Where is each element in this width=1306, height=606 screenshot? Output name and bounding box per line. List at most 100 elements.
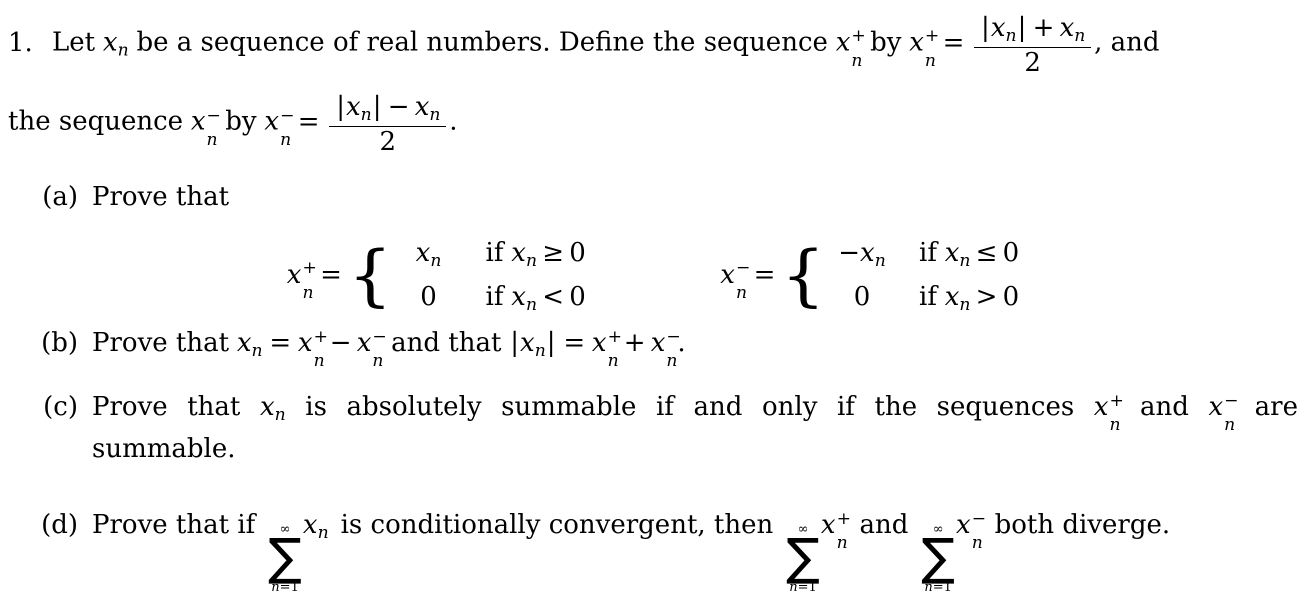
intro-fraction-xminus: |xn| − xn 2 [329, 93, 447, 157]
cases-xminus-row-1-cond-sub: n [959, 250, 971, 271]
intro-fraction-2-numerator: |xn| − xn [329, 93, 446, 126]
item-c-body: Prove that xn is absolutely summable if … [92, 390, 1298, 462]
intro-xplus2-subscript: n [924, 50, 936, 71]
item-b-prove-that: Prove that [92, 328, 230, 358]
item-c-word-sequences: sequences [936, 392, 1075, 422]
item-b-eq1-operator: − [329, 328, 352, 358]
summation-3: ∞ ∑ n=1 [921, 523, 955, 595]
item-d-text-3: and [859, 510, 909, 540]
intro-line-1-content: Let xn be a sequence of real numbers. Defi… [52, 13, 1160, 78]
item-c-xplus-subscript: n [1109, 415, 1121, 436]
cases-xminus-row-1-if: if [919, 238, 937, 268]
item-c-label: (c) [43, 392, 78, 422]
item-c-xminus-superscript: − [1224, 390, 1239, 411]
item-d-sum2-term-base: x [820, 510, 836, 540]
cases-xplus-row-2: 0 if xn <0 [398, 276, 586, 320]
cases-xminus-equals: = [753, 259, 776, 290]
abs-var-2-subscript: n [360, 104, 372, 125]
item-d-sum3-term: x − n [956, 508, 987, 552]
left-brace-icon: { [347, 236, 392, 315]
problem-statement-intro: 1. Let xn be a sequence of real numbers. D… [8, 13, 1298, 157]
abs-bar-open-2: | [336, 92, 345, 123]
cases-xplus-row-1-value-text: x [415, 238, 431, 268]
cases-xplus-row-1-cond-sub: n [525, 250, 538, 271]
item-b-eq1-lhs-sub: n [251, 340, 263, 361]
intro-xplus-subscript: n [851, 50, 863, 71]
intro-text-the-sequence: the sequence [8, 106, 184, 137]
intro-numerator-var-2: x [1059, 13, 1075, 43]
item-b-body: Prove that xn = x + n − x − n and that |xn| = x + n + x − n… [92, 326, 686, 370]
item-a-label: (a) [42, 182, 78, 212]
summation-3-lower-limit: n=1 [921, 581, 955, 595]
problem-item-a: (a) Prove that [30, 184, 1298, 210]
cases-xplus-row-1-relation: ≥ [542, 238, 564, 268]
item-b-abs-bar-open: | [510, 328, 519, 358]
cases-xminus-row-1-rhs: 0 [1002, 238, 1020, 268]
item-c-xplus-base: x [1093, 392, 1109, 422]
intro-numerator-operator: + [1032, 13, 1055, 43]
problem-number: 1. [8, 27, 33, 58]
item-c-word-if-1: if [655, 392, 674, 422]
cases-xminus-row-2-if: if [919, 281, 937, 312]
intro-text-mid: be a sequence of real numbers. Define th… [136, 27, 828, 58]
item-c-xminus-base: x [1208, 392, 1224, 422]
cases-xminus-lhs-subscript: n [735, 282, 747, 303]
item-c-word-is: is [305, 392, 327, 422]
item-b-abs-bar-close: | [546, 328, 556, 358]
intro-line-1: 1. Let xn be a sequence of real numbers. D… [8, 13, 1298, 78]
item-a-text: Prove that [92, 182, 230, 212]
item-b-eq2-lhs-sub: n [534, 340, 546, 361]
cases-xplus-rows: xn if xn ≥0 0 if xn <0 [398, 232, 586, 319]
intro-xminus2-subscript: n [280, 129, 292, 150]
item-b-eq2-t2-base: x [650, 328, 666, 358]
item-b-eq1-t1-base: x [297, 328, 313, 358]
cases-xminus-group: {−xn if xn ≤0 0 if xn >0 [781, 232, 1020, 320]
intro-xplus-base: x [835, 27, 851, 58]
item-d-sum3-term-base: x [956, 510, 971, 540]
item-c-xminus: x − n [1208, 390, 1239, 434]
intro-line-2-period: . [449, 106, 458, 137]
intro-line-2: the sequence x − n by x − n = |xn| − xn 2. [8, 93, 1298, 157]
summation-2-lower-eq: =1 [797, 580, 817, 596]
item-b-eq1-t1-subscript: n [313, 351, 325, 372]
cases-xminus-row-1-value: −xn [831, 232, 893, 276]
item-b-eq1-t2-subscript: n [372, 351, 384, 372]
item-c-variable-subscript: n [274, 404, 286, 425]
item-c-word-prove: Prove [92, 392, 168, 422]
intro-text-let: Let [52, 27, 96, 58]
item-b-eq1-t1-superscript: + [313, 326, 328, 347]
cases-xplus-row-2-cond-sub: n [525, 294, 538, 315]
cases-xminus-row-2-value: 0 [831, 276, 893, 318]
cases-xplus-row-1-rhs: 0 [569, 238, 586, 268]
summation-1-lower-eq: =1 [279, 580, 299, 596]
item-c-variable: xn [260, 394, 286, 424]
item-c-word-and-2: and [1140, 392, 1189, 422]
cases-xminus-row-2-rhs: 0 [1002, 281, 1020, 312]
intro-xminus2-superscript: − [280, 105, 295, 126]
cases-xminus-row-1-cond-var: x [944, 238, 960, 268]
item-d-text-2: is conditionally convergent, then [340, 510, 774, 540]
item-d-text-4: both diverge. [994, 510, 1171, 540]
item-d-body: Prove that if ∞ ∑ n=1 xn is conditionall… [92, 508, 1298, 596]
item-c-word-absolutely: absolutely [346, 392, 482, 422]
abs-var-2: x [345, 92, 361, 123]
intro-equals-sign-1: = [942, 27, 965, 58]
intro-xplus-superscript: + [851, 26, 866, 47]
item-d-sum1-term: xn [303, 512, 329, 542]
item-b-eq1-t2-superscript: − [372, 326, 387, 347]
cases-xplus-row-2-rhs: 0 [569, 281, 586, 312]
cases-xminus-row-2: 0 if xn >0 [831, 276, 1019, 320]
item-c-xplus: x + n [1093, 390, 1124, 434]
cases-xplus-lhs-subscript: n [302, 282, 314, 303]
item-c-xplus-superscript: + [1109, 390, 1124, 411]
intro-numerator-2-var-2-subscript: n [429, 104, 441, 125]
cases-xplus-row-2-relation: < [542, 281, 564, 312]
intro-fraction-2-denominator: 2 [329, 126, 447, 157]
item-d-sum3-term-superscript: − [971, 508, 987, 529]
intro-xplus2-superscript: + [924, 26, 940, 47]
intro-var-x: x [102, 27, 118, 58]
item-b-eq2-t1-superscript: + [607, 326, 622, 347]
item-c-word-are: are [1254, 392, 1298, 422]
intro-text-by-2: by [225, 106, 257, 137]
cases-xminus-row-1-relation: ≤ [975, 238, 998, 268]
